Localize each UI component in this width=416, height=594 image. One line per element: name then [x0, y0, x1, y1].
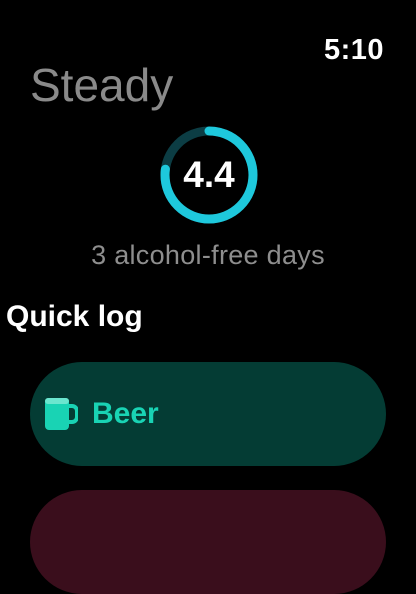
score-ring: 4.4 — [158, 124, 260, 226]
page-title: Steady — [30, 59, 174, 111]
score-value: 4.4 — [183, 154, 235, 195]
quick-log-heading: Quick log — [6, 300, 143, 333]
log-beer-label: Beer — [92, 397, 159, 430]
alcohol-free-days-summary: 3 alcohol-free days — [91, 240, 325, 270]
beer-mug-icon — [44, 396, 78, 432]
log-drink-button-2[interactable] — [30, 490, 386, 594]
log-beer-button[interactable]: Beer — [30, 362, 386, 466]
status-time: 5:10 — [323, 34, 384, 66]
